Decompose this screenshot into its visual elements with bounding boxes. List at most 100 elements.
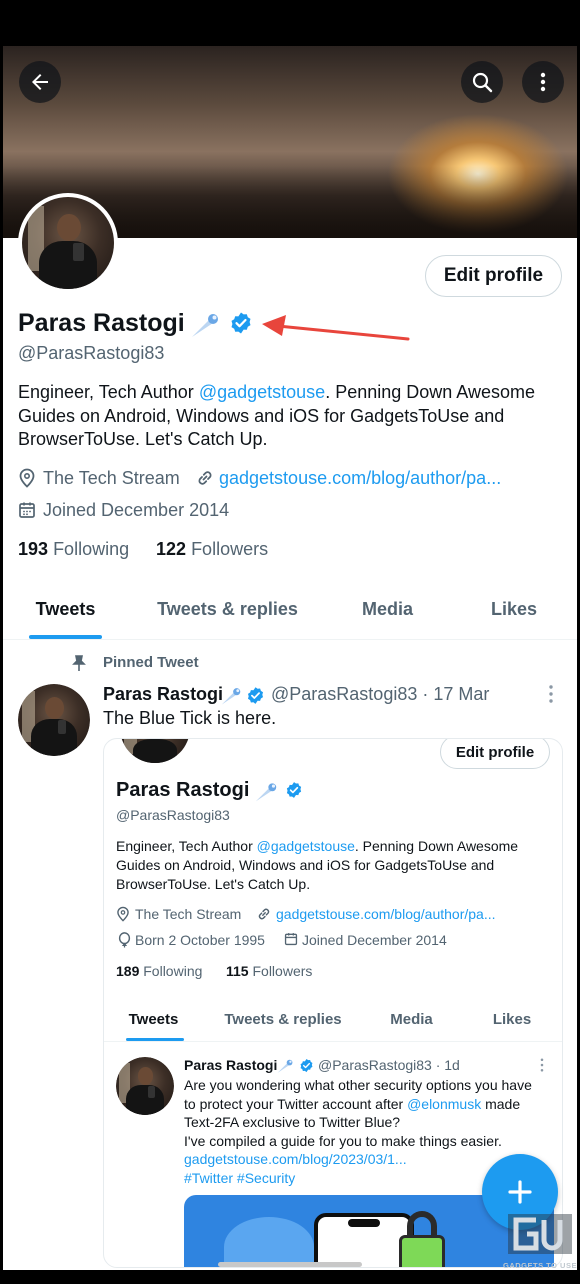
back-button[interactable] — [19, 61, 61, 103]
tabs-divider — [3, 639, 577, 640]
blue-comet-icon — [277, 1059, 293, 1073]
embedded-tweet-handle-date: @ParasRastogi83 · 1d — [318, 1057, 460, 1073]
embedded-born-date: Born 2 October 1995 — [135, 932, 265, 948]
blue-comet-icon — [255, 783, 277, 802]
tweet-hashtags: #Twitter #Security — [184, 1169, 296, 1186]
embedded-tweet-text: Are you wondering what other security op… — [184, 1076, 532, 1188]
watermark-logo: GADGETS TO USE — [502, 1212, 578, 1270]
embedded-tweet-avatar — [116, 1057, 174, 1115]
bio-line: BrowserToUse. Let's Catch Up. — [18, 429, 268, 449]
blue-comet-icon — [221, 688, 241, 705]
calendar-icon — [284, 933, 298, 946]
pinned-tweet-label: Pinned Tweet — [103, 654, 199, 671]
followers-count-link[interactable]: 122 Followers — [156, 539, 268, 560]
gu-logo — [508, 1214, 572, 1254]
search-button[interactable] — [461, 61, 503, 103]
embedded-joined-date: Joined December 2014 — [302, 932, 447, 948]
tweet-line: Are you wondering what other security op… — [184, 1077, 532, 1093]
more-vertical-icon — [540, 72, 546, 92]
more-options-button[interactable] — [522, 61, 564, 103]
tweet-header: Paras Rastogi — [103, 684, 223, 705]
tweet-line: I've compiled a guide for you to make th… — [184, 1132, 502, 1149]
device-frame-left — [0, 0, 3, 1284]
link-icon — [258, 908, 270, 920]
embedded-tab-replies: Tweets & replies — [224, 1011, 342, 1028]
verified-badge-icon[interactable] — [246, 686, 265, 705]
blue-comet-icon — [192, 314, 218, 337]
device-frame-bottom — [0, 1270, 580, 1284]
bio-text: . Penning Down Awesome — [354, 838, 519, 854]
embedded-avatar — [120, 739, 190, 763]
embedded-profile-name: Paras Rastogi — [116, 779, 250, 801]
tab-likes[interactable]: Likes — [474, 599, 554, 620]
tab-tweets[interactable]: Tweets — [18, 599, 113, 620]
embedded-tab-tweets: Tweets — [128, 1011, 179, 1028]
tweet-author-avatar[interactable] — [18, 684, 90, 756]
avatar-photo — [116, 1057, 174, 1115]
tweet-more-icon[interactable] — [543, 684, 559, 704]
back-arrow-icon — [32, 74, 48, 90]
twitter-profile-screen: Edit profile Paras Rastogi @ParasRastogi… — [0, 0, 580, 1284]
avatar-photo — [22, 197, 114, 289]
following-count: 193 — [18, 539, 49, 559]
profile-avatar[interactable] — [18, 193, 118, 293]
plus-icon — [508, 1180, 532, 1204]
search-icon — [472, 72, 493, 93]
tweet-text: made — [481, 1095, 521, 1112]
tweet-mention: @elonmusk — [407, 1095, 482, 1112]
following-label: Following — [53, 539, 130, 559]
embedded-following: 189 Following — [116, 963, 202, 979]
embedded-profile-handle: @ParasRastogi83 — [116, 807, 230, 823]
followers-count: 122 — [156, 539, 187, 559]
verified-badge-icon[interactable] — [229, 311, 253, 335]
tweet-line: Text-2FA exclusive to Twitter Blue? — [184, 1114, 401, 1131]
followers-count: 115 — [226, 963, 249, 979]
bio-mention-link[interactable]: @gadgetstouse — [199, 382, 325, 402]
tweet-text: to protect your Twitter account after — [184, 1095, 408, 1112]
followers-label: Followers — [252, 963, 313, 979]
bio-line: Guides on Android, Windows and iOS for G… — [116, 857, 495, 873]
tweet-link: gadgetstouse.com/blog/2023/03/1... — [184, 1151, 407, 1168]
embedded-tweet-author: Paras Rastogi — [184, 1057, 278, 1073]
edit-profile-button[interactable]: Edit profile — [425, 255, 562, 297]
profile-website-link[interactable]: gadgetstouse.com/blog/author/pa... — [219, 468, 501, 489]
more-vertical-icon — [540, 1058, 544, 1072]
avatar-photo — [18, 684, 90, 756]
calendar-icon — [19, 502, 35, 518]
verified-badge-icon — [286, 782, 302, 798]
embedded-profile-bio: Engineer, Tech Author @gadgetstouse. Pen… — [116, 837, 518, 894]
embedded-followers: 115 Followers — [226, 963, 312, 979]
bio-text: Engineer, Tech Author — [116, 838, 257, 854]
following-label: Following — [143, 963, 203, 979]
embedded-tabs-divider — [104, 1041, 562, 1042]
bio-text: . Penning Down Awesome — [325, 382, 535, 402]
embedded-tab-media: Media — [390, 1011, 433, 1028]
watermark-text: GADGETS TO USE — [503, 1261, 577, 1270]
bio-text: Engineer, Tech Author — [18, 382, 199, 402]
bio-mention: @gadgetstouse — [256, 838, 355, 854]
bio-line: Guides on Android, Windows and iOS for G… — [18, 405, 505, 426]
followers-label: Followers — [191, 539, 269, 559]
device-frame-top — [0, 0, 580, 46]
padlock-shape — [399, 1211, 445, 1267]
tweet-handle-date: @ParasRastogi83 · 17 Mar — [271, 684, 490, 704]
home-indicator — [218, 1262, 362, 1267]
profile-location: The Tech Stream — [43, 468, 180, 488]
bird-shape — [224, 1217, 314, 1267]
tab-tweets-and-replies[interactable]: Tweets & replies — [145, 599, 310, 620]
profile-handle: @ParasRastogi83 — [18, 343, 165, 363]
link-icon — [198, 471, 212, 485]
embedded-location: The Tech Stream — [135, 906, 242, 922]
embedded-website: gadgetstouse.com/blog/author/pa... — [276, 906, 496, 922]
annotation-arrow — [262, 315, 410, 341]
pin-icon — [72, 655, 86, 671]
bio-line: BrowserToUse. Let's Catch Up. — [116, 876, 311, 892]
tweet-text: The Blue Tick is here. — [103, 708, 277, 728]
balloon-icon — [118, 932, 131, 948]
location-pin-icon — [19, 468, 35, 488]
profile-joined-date: Joined December 2014 — [43, 500, 230, 520]
tab-media[interactable]: Media — [340, 599, 435, 620]
following-count-link[interactable]: 193 Following — [18, 539, 129, 560]
tweet-author-name[interactable]: Paras Rastogi — [103, 684, 223, 704]
profile-bio: Engineer, Tech Author @gadgetstouse. Pen… — [18, 381, 535, 452]
